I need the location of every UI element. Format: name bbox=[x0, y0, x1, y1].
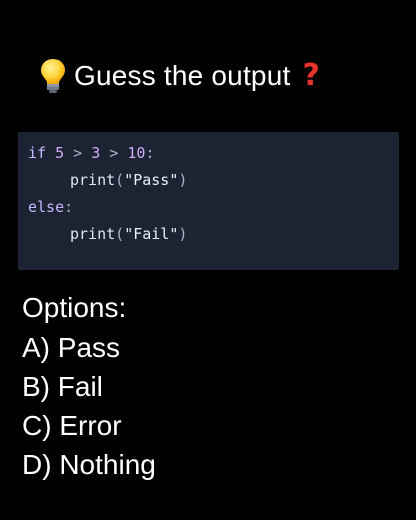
option-a: A) Pass bbox=[22, 332, 121, 363]
code-string: "Fail" bbox=[124, 225, 179, 243]
option-b: B) Fail bbox=[22, 371, 103, 402]
question-mark-icon: ? bbox=[302, 58, 320, 93]
code-line-print-pass: print("Pass") bbox=[18, 167, 399, 194]
code-line-if: if 5 > 3 > 10: bbox=[18, 140, 399, 167]
code-block: if 5 > 3 > 10: print("Pass") else: print… bbox=[18, 132, 399, 270]
option-c: C) Error bbox=[22, 410, 122, 441]
code-number: 10 bbox=[127, 144, 146, 162]
code-paren: ) bbox=[178, 171, 188, 189]
code-keyword: else bbox=[28, 198, 65, 216]
code-paren: ( bbox=[115, 225, 125, 243]
code-string: "Pass" bbox=[124, 171, 179, 189]
code-colon: : bbox=[145, 144, 155, 162]
option-d: D) Nothing bbox=[22, 449, 156, 480]
options-list: Options: A) Pass B) Fail C) Error D) Not… bbox=[22, 288, 156, 484]
code-function: print bbox=[70, 171, 116, 189]
options-heading: Options: bbox=[22, 292, 127, 323]
page-title: Guess the output bbox=[74, 60, 291, 91]
code-function: print bbox=[70, 225, 116, 243]
code-paren: ( bbox=[115, 171, 125, 189]
code-operator: > bbox=[73, 144, 83, 162]
code-number: 3 bbox=[91, 144, 101, 162]
code-line-else: else: bbox=[18, 194, 399, 221]
code-number: 5 bbox=[55, 144, 65, 162]
title-row: Guess the output ? bbox=[40, 56, 320, 96]
code-paren: ) bbox=[178, 225, 188, 243]
code-operator: > bbox=[109, 144, 119, 162]
code-keyword: if bbox=[28, 144, 47, 162]
lightbulb-icon bbox=[40, 57, 66, 95]
code-colon: : bbox=[64, 198, 74, 216]
code-line-print-fail: print("Fail") bbox=[18, 221, 399, 248]
